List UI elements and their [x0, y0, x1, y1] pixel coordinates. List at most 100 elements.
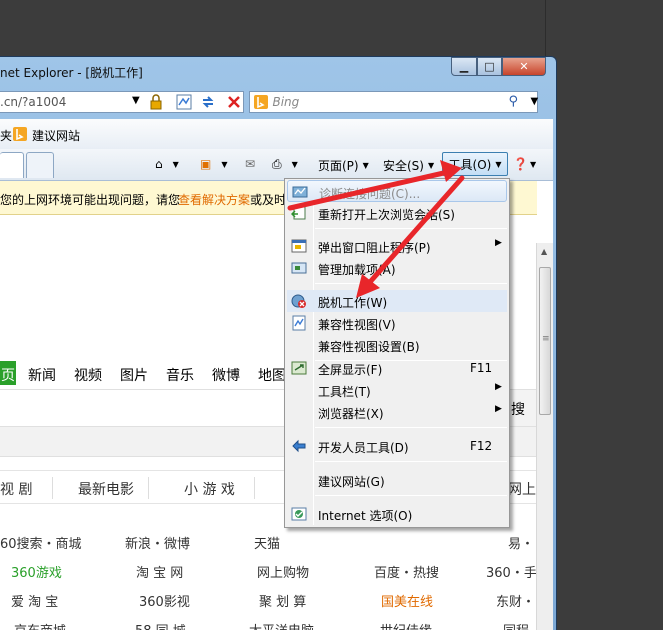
nav-item-images[interactable]: 图片: [120, 365, 148, 385]
menu-item-label: 重新打开上次浏览会话(S): [318, 208, 455, 222]
browser-tab[interactable]: [0, 152, 24, 178]
site-link[interactable]: 360・手: [486, 562, 537, 581]
submenu-arrow-icon: ▶: [495, 238, 502, 248]
menu-item-label: 开发人员工具(D): [318, 441, 409, 455]
site-link[interactable]: 360游戏: [11, 562, 62, 581]
site-link[interactable]: 太平洋电脑: [249, 620, 314, 630]
category-tv[interactable]: 视 剧: [0, 479, 32, 499]
nav-item-map[interactable]: 地图: [258, 365, 286, 385]
site-link[interactable]: 60搜索・商城: [0, 533, 82, 552]
category-separator: [254, 477, 255, 499]
minimize-button[interactable]: ▁: [451, 57, 477, 76]
menu-item-toolbars[interactable]: 工具栏(T) ▶: [287, 379, 507, 401]
command-bar: ⌂ ▼ ▣ ▼ ✉ ⎙ ▼ 页面(P) ▼ 安全(S) ▼ 工具(O) ▼ ❓ ▼: [0, 149, 553, 181]
safety-menu-button[interactable]: 安全(S) ▼: [383, 157, 434, 174]
address-bar[interactable]: .cn/?a1004 ▼: [0, 91, 245, 113]
menu-item-label: 工具栏(T): [318, 385, 371, 399]
site-link[interactable]: 聚 划 算: [259, 591, 306, 610]
menu-item-developer-tools[interactable]: 开发人员工具(D) F12: [287, 435, 507, 457]
menu-item-explorer-bars[interactable]: 浏览器栏(X) ▶: [287, 401, 507, 423]
home-icon[interactable]: ⌂ ▼: [155, 157, 179, 171]
menu-item-label: 脱机工作(W): [318, 296, 388, 310]
page-menu-button[interactable]: 页面(P) ▼: [318, 157, 369, 174]
site-link[interactable]: 58 同 城: [135, 620, 186, 630]
menu-item-compat-view-settings[interactable]: 兼容性视图设置(B): [287, 334, 507, 356]
help-icon[interactable]: ❓ ▼: [513, 157, 536, 171]
close-icon: ✕: [519, 60, 529, 73]
menu-item-diagnose[interactable]: 诊断连接问题(C)...: [287, 180, 507, 202]
new-tab-button[interactable]: [26, 152, 54, 178]
nav-item-news[interactable]: 新闻: [28, 365, 56, 385]
category-games[interactable]: 小 游 戏: [184, 479, 235, 499]
address-bar-row: .cn/?a1004 ▼ Bing ⚲ ▼: [0, 91, 538, 113]
maximize-button[interactable]: □: [477, 57, 502, 76]
close-button[interactable]: ✕: [502, 57, 546, 76]
menu-item-label: 兼容性视图(V): [318, 318, 396, 332]
nav-item-weibo[interactable]: 微博: [212, 365, 240, 385]
menu-item-suggested-sites[interactable]: 建议网站(G): [287, 469, 507, 491]
compat-icon[interactable]: [176, 94, 192, 110]
minimize-icon: ▁: [459, 60, 469, 73]
compat-view-icon: [292, 315, 306, 331]
search-icon[interactable]: ⚲: [508, 94, 518, 109]
site-link[interactable]: 易・: [508, 533, 534, 552]
menu-item-label: 管理加载项(A): [318, 263, 396, 277]
menu-item-manage-addons[interactable]: 管理加载项(A): [287, 257, 507, 279]
site-link[interactable]: 世纪佳缘: [380, 620, 432, 630]
vertical-scrollbar[interactable]: ▲ ≡: [536, 243, 553, 630]
tools-menu-button[interactable]: 工具(O) ▼: [442, 152, 508, 176]
nav-item-music[interactable]: 音乐: [166, 365, 194, 385]
stop-icon[interactable]: [226, 94, 242, 110]
menu-item-popup-blocker[interactable]: 弹出窗口阻止程序(P) ▶: [287, 235, 507, 257]
lock-icon[interactable]: [148, 94, 164, 110]
menu-item-shortcut: F11: [470, 361, 493, 375]
infobar-solution-link[interactable]: 查看解决方案: [178, 191, 250, 208]
submenu-arrow-icon: ▶: [495, 404, 502, 414]
title-bar[interactable]: net Explorer - [脱机工作] ▁ □ ✕: [0, 57, 556, 85]
site-link[interactable]: 360影视: [139, 591, 190, 610]
site-link[interactable]: 天猫: [254, 533, 280, 552]
site-link[interactable]: 网上购物: [257, 562, 309, 581]
site-link[interactable]: 国美在线: [381, 591, 433, 610]
submenu-arrow-icon: ▶: [495, 382, 502, 392]
infobar-text: 您的上网环境可能出现问题，请您: [0, 193, 181, 207]
menu-item-reopen-session[interactable]: 重新打开上次浏览会话(S): [287, 202, 507, 224]
search-dropdown-icon[interactable]: ▼: [530, 96, 538, 107]
fullscreen-icon: [291, 361, 307, 375]
menu-item-shortcut: F12: [470, 439, 493, 453]
menu-item-internet-options[interactable]: Internet 选项(O): [287, 503, 507, 525]
menu-item-compat-view[interactable]: 兼容性视图(V): [287, 312, 507, 334]
category-movies[interactable]: 最新电影: [78, 479, 134, 499]
menu-item-work-offline[interactable]: 脱机工作(W): [287, 290, 507, 312]
menu-item-fullscreen[interactable]: 全屏显示(F) F11: [287, 357, 507, 379]
menu-item-label: 全屏显示(F): [318, 363, 383, 377]
suggested-sites-link[interactable]: 建议网站: [32, 127, 80, 144]
print-icon[interactable]: ⎙ ▼: [272, 157, 298, 172]
page-menu-label: 页面(P): [318, 159, 359, 173]
nav-item-home[interactable]: 页: [1, 365, 15, 385]
site-link[interactable]: 京东商城: [14, 620, 66, 630]
site-link[interactable]: 新浪・微博: [125, 533, 190, 552]
mail-icon[interactable]: ✉: [245, 157, 255, 171]
address-dropdown-icon[interactable]: ▼: [132, 95, 140, 106]
site-link[interactable]: 淘 宝 网: [136, 562, 183, 581]
address-text: .cn/?a1004: [0, 95, 67, 109]
site-link[interactable]: 百度・热搜: [374, 562, 439, 581]
nav-item-video[interactable]: 视频: [74, 365, 102, 385]
tools-menu: 诊断连接问题(C)... 重新打开上次浏览会话(S) 弹出窗口阻止程序(P) ▶…: [284, 178, 510, 528]
search-box[interactable]: Bing ⚲ ▼: [249, 91, 538, 113]
site-link[interactable]: 同程: [503, 620, 529, 630]
category-online[interactable]: 网上: [508, 479, 536, 499]
menu-item-label: 弹出窗口阻止程序(P): [318, 241, 431, 255]
scrollbar-thumb[interactable]: ≡: [539, 267, 551, 415]
menu-item-label: Internet 选项(O): [318, 509, 413, 523]
scroll-up-icon[interactable]: ▲: [541, 247, 547, 256]
favorites-item[interactable]: 夹: [0, 127, 12, 144]
feeds-icon[interactable]: ▣ ▼: [200, 157, 228, 171]
site-link[interactable]: 东财・: [496, 591, 535, 610]
menu-separator: [315, 283, 507, 284]
menu-item-label: 浏览器栏(X): [318, 407, 384, 421]
refresh-icon[interactable]: [200, 94, 216, 110]
site-link[interactable]: 爱 淘 宝: [11, 591, 58, 610]
menu-separator: [315, 228, 507, 229]
